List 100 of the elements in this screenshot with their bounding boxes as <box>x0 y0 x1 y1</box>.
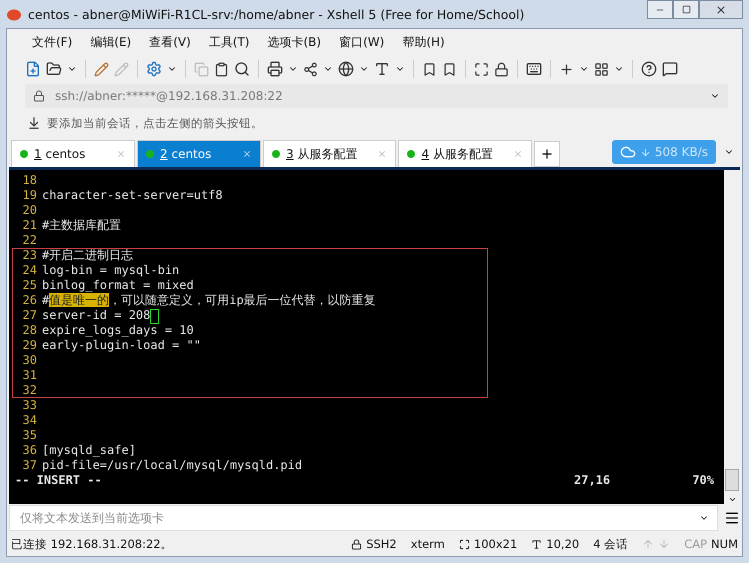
session-tab[interactable]: 4 从服务配置 <box>398 140 532 167</box>
lock-icon <box>33 90 45 102</box>
app-logo-icon <box>6 7 22 21</box>
bookmark-icon[interactable] <box>422 62 437 76</box>
key-indicator: NUM <box>711 537 738 551</box>
send-text-field[interactable]: 仅将文本发送到当前选项卡 <box>18 510 699 526</box>
menu-item[interactable]: 帮助(H) <box>395 32 452 52</box>
key-indicator: CAP <box>684 537 708 551</box>
close-icon <box>715 4 727 16</box>
line-number: 21 <box>22 218 37 233</box>
scrollbar[interactable] <box>724 170 740 504</box>
window-title: centos - abner@MiWiFi-R1CL-srv:/home/abner - Xshell 5 (Free for Home/School) <box>28 6 526 22</box>
session-tab[interactable]: 3 从服务配置 <box>263 140 396 167</box>
code-line: #值是唯一的，可以随意定义，可用ip最后一位代替，以防重复 <box>42 293 376 308</box>
maximize-button[interactable] <box>673 0 699 19</box>
chat-icon[interactable] <box>662 61 678 77</box>
code-line: #开启二进制日志 <box>42 248 134 263</box>
line-number: 18 <box>22 173 37 188</box>
scrollbar-thumb[interactable] <box>725 469 739 491</box>
help-icon[interactable] <box>641 61 657 77</box>
settings-icon[interactable] <box>146 61 162 77</box>
printer-icon[interactable] <box>267 61 283 77</box>
scroll-percent: 70% <box>691 473 714 488</box>
new-session-icon[interactable] <box>25 61 41 77</box>
code-line: character-set-server=utf8 <box>42 188 223 203</box>
code-line: expire_logs_days = 10 <box>42 323 194 338</box>
size-icon <box>458 538 470 550</box>
line-number: 26 <box>22 293 37 308</box>
line-number: 37 <box>22 458 37 473</box>
terminal-type: xterm <box>410 537 445 551</box>
hint-text: 要添加当前会话，点击左侧的箭头按钮。 <box>47 116 263 130</box>
plus-icon <box>540 147 554 161</box>
menu-item[interactable]: 查看(V) <box>142 32 198 52</box>
maximize-icon <box>682 5 690 14</box>
cursor-position: 27,16 <box>574 473 612 488</box>
download-arrow-icon <box>640 146 651 158</box>
mode-text: -- INSERT -- <box>15 473 102 487</box>
menu-item[interactable]: 选项卡(B) <box>260 32 328 52</box>
line-number: 29 <box>22 338 37 353</box>
lock-icon[interactable] <box>494 62 509 76</box>
menu-item[interactable]: 编辑(E) <box>83 32 138 52</box>
line-number: 36 <box>22 443 37 458</box>
menu-item[interactable]: 文件(F) <box>25 32 80 52</box>
code-line: #主数据库配置 <box>42 218 122 233</box>
line-number: 30 <box>22 353 37 368</box>
search-icon[interactable] <box>234 61 250 77</box>
line-number: 20 <box>22 203 37 218</box>
cursor-text: 10,20 <box>546 537 580 551</box>
send-bar[interactable]: 仅将文本发送到当前选项卡 <box>9 505 718 531</box>
fullscreen-icon[interactable] <box>474 62 489 76</box>
status-dot-icon <box>272 150 280 158</box>
code-line: server-id = 208 <box>42 308 150 323</box>
globe-icon[interactable] <box>338 61 354 77</box>
code-line: early-plugin-load = "" <box>42 338 201 353</box>
share-icon[interactable] <box>303 62 318 76</box>
session-tab[interactable]: 1 centos <box>11 140 135 167</box>
menu-item[interactable]: 窗口(W) <box>332 32 392 52</box>
line-number: 22 <box>22 233 37 248</box>
code-line: binlog_format = mixed <box>42 278 194 293</box>
code-line: log-bin = mysql-bin <box>42 263 180 278</box>
pencil-icon[interactable] <box>94 62 109 76</box>
lock-icon <box>351 538 362 550</box>
protocol-text: SSH2 <box>366 537 397 551</box>
new-tab-button[interactable] <box>534 141 560 167</box>
line-number: 31 <box>22 368 37 383</box>
scroll-down-icon[interactable] <box>728 495 736 504</box>
line-number: 24 <box>22 263 37 278</box>
code-line: pid-file=/usr/local/mysql/mysqld.pid <box>42 458 302 473</box>
menu-icon[interactable] <box>724 510 740 526</box>
code-line: [mysqld_safe] <box>42 443 136 458</box>
keyboard-icon[interactable] <box>526 61 542 77</box>
folder-icon[interactable] <box>46 61 62 77</box>
download-speed: 508 KB/s <box>654 145 708 159</box>
close-button[interactable] <box>699 0 743 19</box>
address-bar[interactable]: ssh://abner:*****@192.168.31.208:22 <box>25 84 728 108</box>
connection-status: 已连接 192.168.31.208:22。 <box>11 536 174 552</box>
font-icon[interactable] <box>374 61 390 77</box>
line-number: 23 <box>22 248 37 263</box>
line-number: 25 <box>22 278 37 293</box>
line-number: 27 <box>22 308 37 323</box>
close-icon[interactable] <box>242 149 252 159</box>
bookmark-icon[interactable] <box>442 62 457 76</box>
arrow-icon[interactable] <box>27 116 41 130</box>
add-pane-icon[interactable] <box>559 62 574 76</box>
menu-item[interactable]: 工具(T) <box>202 32 256 52</box>
line-number: 28 <box>22 323 37 338</box>
layout-icon[interactable] <box>594 62 609 76</box>
line-number: 19 <box>22 188 37 203</box>
status-dot-icon <box>146 150 154 158</box>
clipboard-icon[interactable] <box>214 62 229 76</box>
status-dot-icon <box>20 150 28 158</box>
address-field[interactable]: ssh://abner:*****@192.168.31.208:22 <box>53 88 702 104</box>
cursor-icon <box>531 538 542 550</box>
line-number: 33 <box>22 398 37 413</box>
session-tab[interactable]: 2 centos <box>137 140 261 167</box>
line-number: 34 <box>22 413 37 428</box>
session-count: 4 会话 <box>593 536 628 552</box>
status-dot-icon <box>407 150 416 158</box>
cloud-icon <box>620 144 636 160</box>
line-number: 32 <box>22 383 37 398</box>
